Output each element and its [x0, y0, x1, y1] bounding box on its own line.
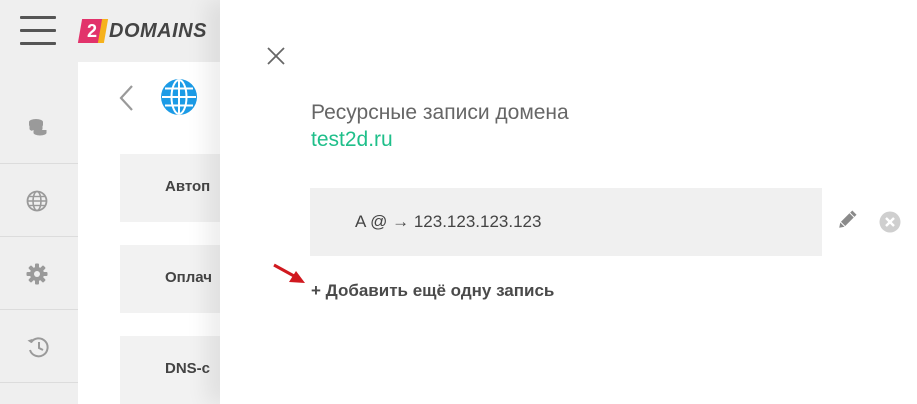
gear-icon: [26, 263, 48, 285]
red-arrow-annotation: [273, 263, 305, 283]
logo[interactable]: 2 DOMAINS: [77, 18, 207, 44]
background-card[interactable]: Автоп: [120, 154, 220, 222]
sidebar-item-domains[interactable]: [0, 165, 78, 237]
app-root: 2 DOMAINS Автоп Оплач DNS-с Ресурсные за…: [0, 0, 917, 404]
background-card[interactable]: Оплач: [120, 245, 220, 313]
chevron-left-icon[interactable]: [118, 84, 136, 112]
globe-icon: [26, 190, 48, 212]
sidebar: [0, 62, 78, 404]
hamburger-menu-icon[interactable]: [20, 16, 56, 46]
pencil-icon[interactable]: [836, 209, 858, 231]
card-label: DNS-с: [165, 360, 211, 377]
dns-record-text: A @ → 123.123.123.123: [355, 212, 542, 231]
domain-globe-icon: [161, 79, 197, 115]
sidebar-item-coins[interactable]: [0, 92, 78, 164]
logo-text: DOMAINS: [109, 19, 207, 42]
background-card[interactable]: DNS-с: [120, 336, 220, 404]
add-record-link[interactable]: + Добавить ещё одну запись: [311, 281, 554, 301]
card-label: Оплач: [165, 269, 212, 286]
top-bar: 2 DOMAINS: [0, 0, 220, 62]
close-icon[interactable]: [265, 45, 287, 67]
logo-badge: 2: [77, 19, 107, 43]
dns-record-row[interactable]: A @ → 123.123.123.123: [310, 188, 822, 256]
panel-title: Ресурсные записи домена: [311, 101, 569, 124]
history-icon: [27, 337, 49, 358]
domain-name: test2d.ru: [311, 128, 393, 151]
card-label: Автоп: [165, 178, 211, 195]
sidebar-item-settings[interactable]: [0, 238, 78, 310]
close-circle-icon[interactable]: [879, 211, 901, 233]
sidebar-item-history[interactable]: [0, 311, 78, 383]
coins-icon: [28, 119, 48, 137]
